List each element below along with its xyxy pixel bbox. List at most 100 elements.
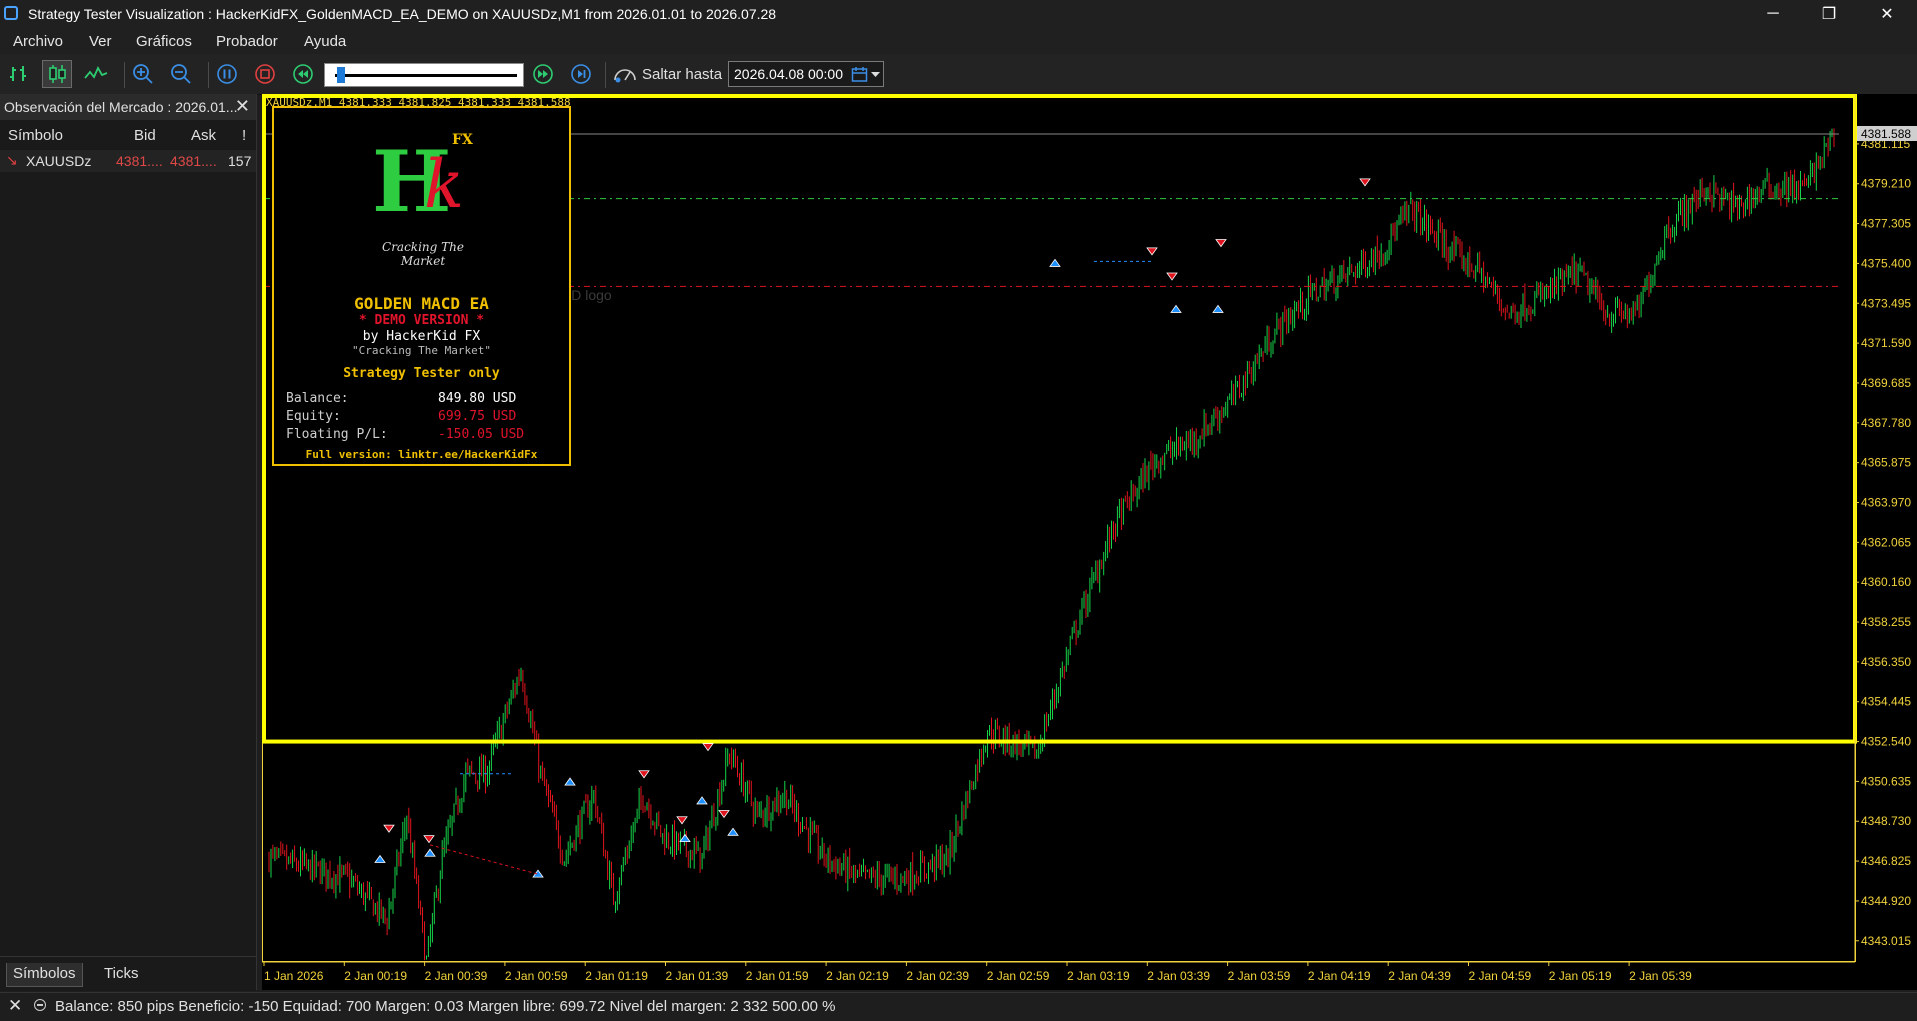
goto-date-input[interactable]: 2026.04.08 00:00	[728, 61, 884, 87]
price-label: 4346.825	[1861, 854, 1911, 868]
price-label: 4356.350	[1861, 655, 1911, 669]
current-price-label: 4381.588	[1861, 127, 1911, 141]
stop-button[interactable]	[250, 60, 280, 88]
tab-simbolos[interactable]: Símbolos	[6, 963, 83, 987]
column-symbol[interactable]: Símbolo	[8, 127, 63, 144]
sell-arrow	[676, 816, 688, 825]
price-label: 4348.730	[1861, 814, 1911, 828]
time-label: 2 Jan 00:19	[344, 969, 407, 983]
column-spread[interactable]: !	[242, 127, 246, 144]
candlestick-chart-button[interactable]	[42, 60, 72, 88]
sell-arrow	[702, 743, 714, 752]
sell-arrow	[423, 835, 435, 844]
balance-label: Balance:	[286, 391, 349, 406]
sell-arrow	[1359, 178, 1371, 187]
rewind-button[interactable]	[288, 60, 318, 88]
ea-mode: Strategy Tester only	[343, 366, 500, 381]
buy-arrow	[1170, 304, 1182, 313]
time-label: 2 Jan 05:39	[1629, 969, 1692, 983]
equity-value: 699.75 USD	[438, 409, 517, 424]
price-label: 4373.495	[1861, 296, 1911, 310]
sell-arrow	[638, 770, 650, 779]
time-label: 2 Jan 03:59	[1228, 969, 1291, 983]
rewind-icon	[293, 64, 313, 84]
chevron-down-icon[interactable]	[871, 72, 880, 78]
floating-pl-value: -150.05 USD	[438, 427, 525, 442]
symbol-bid: 4381....	[116, 153, 163, 169]
price-label: 4379.210	[1861, 177, 1911, 191]
window-title: Strategy Tester Visualization : HackerKi…	[28, 6, 777, 22]
column-bid[interactable]: Bid	[134, 127, 156, 144]
collapse-icon[interactable]	[34, 999, 46, 1011]
buy-arrow	[696, 796, 708, 805]
close-window-button[interactable]: ✕	[1864, 0, 1910, 28]
time-label: 2 Jan 02:19	[826, 969, 889, 983]
market-watch-title: Observación del Mercado : 2026.01...	[4, 99, 238, 115]
price-label: 4369.685	[1861, 376, 1911, 390]
market-watch-row[interactable]: ↘ XAUUSDz 4381.... 4381.... 157	[0, 150, 256, 172]
sell-arrow	[1166, 272, 1178, 281]
time-label: 2 Jan 05:19	[1549, 969, 1612, 983]
goto-date-value: 2026.04.08 00:00	[734, 66, 843, 82]
buy-arrow	[679, 833, 691, 842]
price-label: 4377.305	[1861, 217, 1911, 231]
ea-demo-label: * DEMO VERSION *	[358, 313, 485, 328]
line-chart-icon	[84, 66, 108, 79]
time-label: 2 Jan 02:39	[906, 969, 969, 983]
time-label: 2 Jan 01:19	[585, 969, 648, 983]
fast-forward-icon	[533, 64, 553, 84]
menu-ayuda[interactable]: Ayuda	[304, 33, 346, 50]
price-label: 4344.920	[1861, 894, 1911, 908]
market-watch-close-button[interactable]: ✕	[235, 96, 250, 117]
slider-track	[335, 74, 517, 77]
column-ask[interactable]: Ask	[191, 127, 216, 144]
title-bar: Strategy Tester Visualization : HackerKi…	[0, 0, 1917, 28]
goto-gauge-button[interactable]	[610, 60, 640, 88]
candlestick-icon	[49, 65, 66, 83]
logo-fx: FX	[452, 132, 473, 148]
playback-slider[interactable]	[324, 63, 524, 87]
sell-arrow	[718, 810, 730, 819]
menu-graficos[interactable]: Gráficos	[136, 33, 192, 50]
menu-ver[interactable]: Ver	[89, 33, 112, 50]
time-label: 2 Jan 04:59	[1469, 969, 1532, 983]
symbol-name: XAUUSDz	[26, 153, 92, 169]
step-forward-button[interactable]	[566, 60, 596, 88]
zoom-in-button[interactable]	[128, 60, 158, 88]
price-label: 4362.065	[1861, 535, 1911, 549]
minimize-button[interactable]: ─	[1750, 0, 1796, 28]
zoom-out-button[interactable]	[166, 60, 196, 88]
ea-tagline: "Cracking The Market"	[351, 344, 492, 357]
time-label: 2 Jan 01:39	[666, 969, 729, 983]
slider-thumb[interactable]	[337, 67, 345, 83]
logo-tagline: Cracking The Market	[382, 240, 464, 268]
toolbar	[0, 54, 1917, 95]
price-label: 4343.015	[1861, 934, 1911, 948]
pause-button[interactable]	[212, 60, 242, 88]
buy-arrow	[727, 827, 739, 836]
fast-forward-button[interactable]	[528, 60, 558, 88]
speedometer-icon	[614, 69, 636, 83]
ea-info-panel: H k FX Cracking The Market GOLDEN MACD E…	[272, 106, 571, 466]
symbol-ask: 4381....	[170, 153, 217, 169]
menu-probador[interactable]: Probador	[216, 33, 278, 50]
maximize-button[interactable]: ❐	[1806, 0, 1852, 28]
price-label: 4352.540	[1861, 735, 1911, 749]
time-label: 1 Jan 2026	[264, 969, 324, 983]
time-label: 2 Jan 01:59	[746, 969, 809, 983]
down-arrow-icon: ↘	[6, 152, 18, 168]
tab-ticks[interactable]: Ticks	[98, 963, 144, 987]
status-close-button[interactable]: ✕	[8, 996, 22, 1016]
bar-chart-button[interactable]	[4, 60, 34, 88]
ea-logo: H k FX Cracking The Market	[350, 130, 496, 268]
buy-arrow	[424, 848, 436, 857]
calendar-icon[interactable]	[851, 66, 869, 83]
sell-arrow	[1146, 247, 1158, 256]
price-label: 4371.590	[1861, 336, 1911, 350]
sell-arrow	[1215, 239, 1227, 248]
buy-arrow	[564, 777, 576, 786]
menu-archivo[interactable]: Archivo	[13, 33, 63, 50]
ea-full-version-link[interactable]: Full version: linktr.ee/HackerKidFx	[274, 448, 569, 461]
line-chart-button[interactable]	[81, 60, 111, 88]
step-forward-icon	[571, 64, 591, 84]
